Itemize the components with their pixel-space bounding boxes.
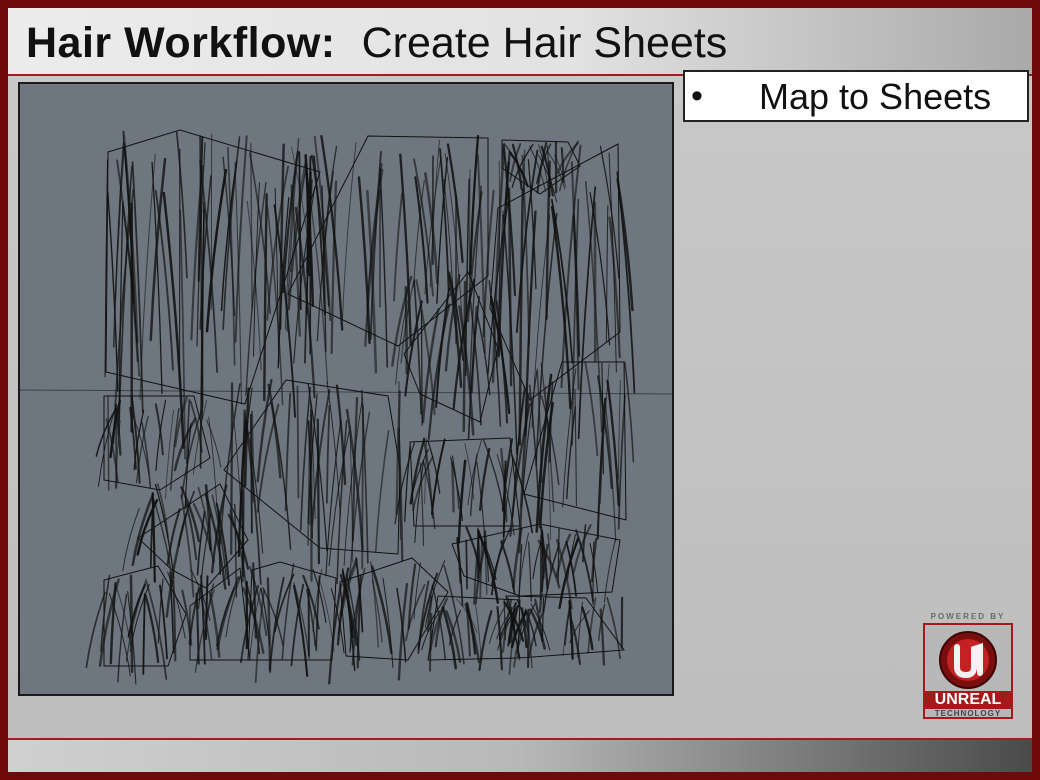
slide-title: Hair Workflow: Create Hair Sheets xyxy=(26,18,727,68)
title-bold-part: Hair Workflow: xyxy=(26,19,336,67)
unreal-emblem-icon xyxy=(939,631,997,689)
hair-sheet-5 xyxy=(391,271,511,440)
footer-bar xyxy=(8,738,1032,772)
logo-subtitle: TECHNOLOGY xyxy=(934,709,1002,718)
hair-sheet-10 xyxy=(122,483,250,618)
hair-sheet-2 xyxy=(266,134,489,390)
hair-sheets-uv-layout xyxy=(20,129,672,685)
title-rest-part: Create Hair Sheets xyxy=(361,19,728,67)
hair-sheet-11 xyxy=(85,565,193,685)
hair-texture-image xyxy=(18,82,674,696)
hair-sheet-9 xyxy=(509,361,635,554)
bullet-box: • Map to Sheets xyxy=(683,70,1029,122)
logo-brand: UNREAL xyxy=(925,691,1011,709)
bullet-text: Map to Sheets xyxy=(759,76,992,117)
unreal-logo: POWERED BY UNREAL TECHNOLOGY xyxy=(921,612,1015,728)
slide: Hair Workflow: Create Hair Sheets • Map t… xyxy=(8,8,1032,772)
hair-sheet-3 xyxy=(501,139,581,206)
bullet-dot: • xyxy=(691,77,703,115)
hair-sheet-7 xyxy=(219,378,404,585)
logo-box: UNREAL TECHNOLOGY xyxy=(923,623,1013,719)
hair-sheet-14 xyxy=(328,557,465,685)
hair-sheet-1 xyxy=(104,129,321,469)
title-bar: Hair Workflow: Create Hair Sheets xyxy=(8,8,1032,76)
logo-powered-by: POWERED BY xyxy=(930,612,1006,621)
